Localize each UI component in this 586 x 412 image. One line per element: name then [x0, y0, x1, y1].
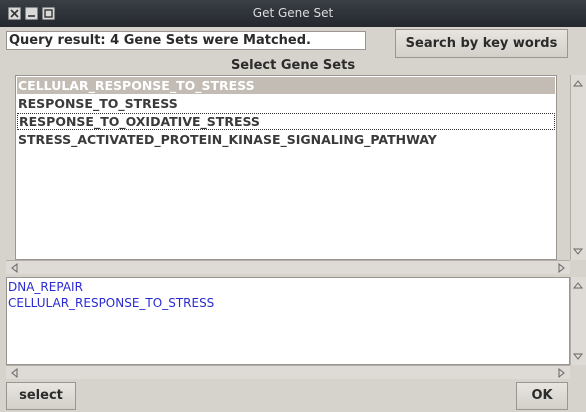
list-item[interactable]: DNA_REPAIR [8, 279, 83, 295]
window-title: Get Gene Set [252, 6, 334, 20]
selected-gene-set-list[interactable]: DNA_REPAIR CELLULAR_RESPONSE_TO_STRESS [6, 277, 570, 365]
select-button[interactable]: select [6, 382, 76, 410]
gene-set-vertical-scrollbar[interactable] [570, 75, 586, 260]
title-bar: Get Gene Set [0, 0, 586, 28]
list-item[interactable]: CELLULAR_RESPONSE_TO_STRESS [8, 295, 214, 311]
dialog-panel: Query result: 4 Gene Sets were Matched. … [0, 27, 586, 412]
scroll-down-icon[interactable] [571, 245, 585, 258]
gene-set-list[interactable]: CELLULAR_RESPONSE_TO_STRESS RESPONSE_TO_… [15, 75, 557, 260]
list-item[interactable]: CELLULAR_RESPONSE_TO_STRESS [17, 77, 555, 94]
search-by-keywords-button[interactable]: Search by key words [395, 29, 568, 58]
ok-button[interactable]: OK [516, 382, 568, 410]
scroll-left-icon[interactable] [8, 261, 22, 274]
list-item[interactable]: RESPONSE_TO_STRESS [17, 95, 555, 112]
scroll-down-icon[interactable] [571, 350, 585, 363]
list-item[interactable]: STRESS_ACTIVATED_PROTEIN_KINASE_SIGNALIN… [17, 131, 555, 148]
gene-set-horizontal-scrollbar[interactable] [6, 260, 570, 274]
scroll-right-icon[interactable] [554, 261, 568, 274]
scroll-right-icon[interactable] [554, 366, 568, 379]
scroll-up-icon[interactable] [571, 77, 585, 90]
scroll-left-icon[interactable] [8, 366, 22, 379]
selected-vertical-scrollbar[interactable] [570, 277, 586, 365]
selected-horizontal-scrollbar[interactable] [6, 365, 570, 379]
query-result-field[interactable]: Query result: 4 Gene Sets were Matched. [6, 31, 366, 50]
list-item[interactable]: RESPONSE_TO_OXIDATIVE_STRESS [17, 113, 555, 130]
scroll-up-icon[interactable] [571, 279, 585, 292]
select-gene-sets-heading: Select Gene Sets [230, 58, 356, 73]
